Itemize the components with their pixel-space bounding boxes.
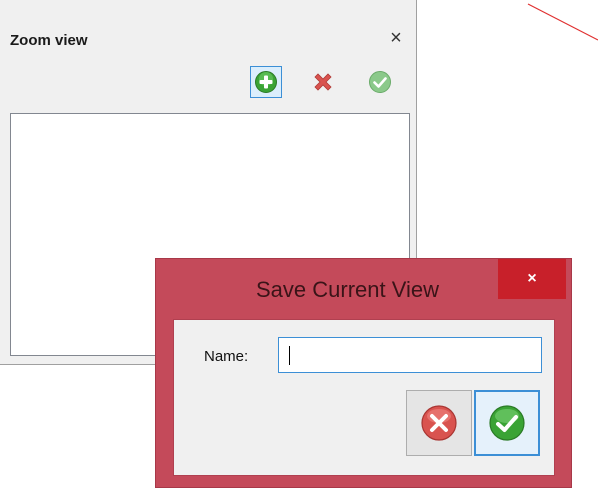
- cancel-button[interactable]: [406, 390, 472, 456]
- stage: Zoom view × Save Current View × Name:: [0, 0, 598, 490]
- delete-view-button[interactable]: [307, 66, 339, 98]
- add-icon: [255, 71, 277, 93]
- apply-icon: [369, 71, 391, 93]
- close-icon: ×: [527, 270, 537, 287]
- add-view-button[interactable]: [250, 66, 282, 98]
- dialog-title: Save Current View: [255, 277, 439, 302]
- delete-icon: [314, 73, 332, 91]
- ok-button[interactable]: [474, 390, 540, 456]
- text-caret: [289, 346, 290, 365]
- cancel-icon: [421, 405, 457, 441]
- ok-icon: [489, 405, 525, 441]
- dialog-body: Name:: [173, 319, 555, 476]
- name-input[interactable]: [278, 337, 542, 373]
- save-current-view-dialog: Save Current View × Name:: [155, 258, 572, 488]
- zoom-view-close-button[interactable]: ×: [384, 26, 408, 50]
- name-label: Name:: [204, 348, 249, 365]
- dialog-close-button[interactable]: ×: [498, 259, 566, 299]
- zoom-view-title: Zoom view: [10, 32, 88, 49]
- apply-view-button[interactable]: [364, 66, 396, 98]
